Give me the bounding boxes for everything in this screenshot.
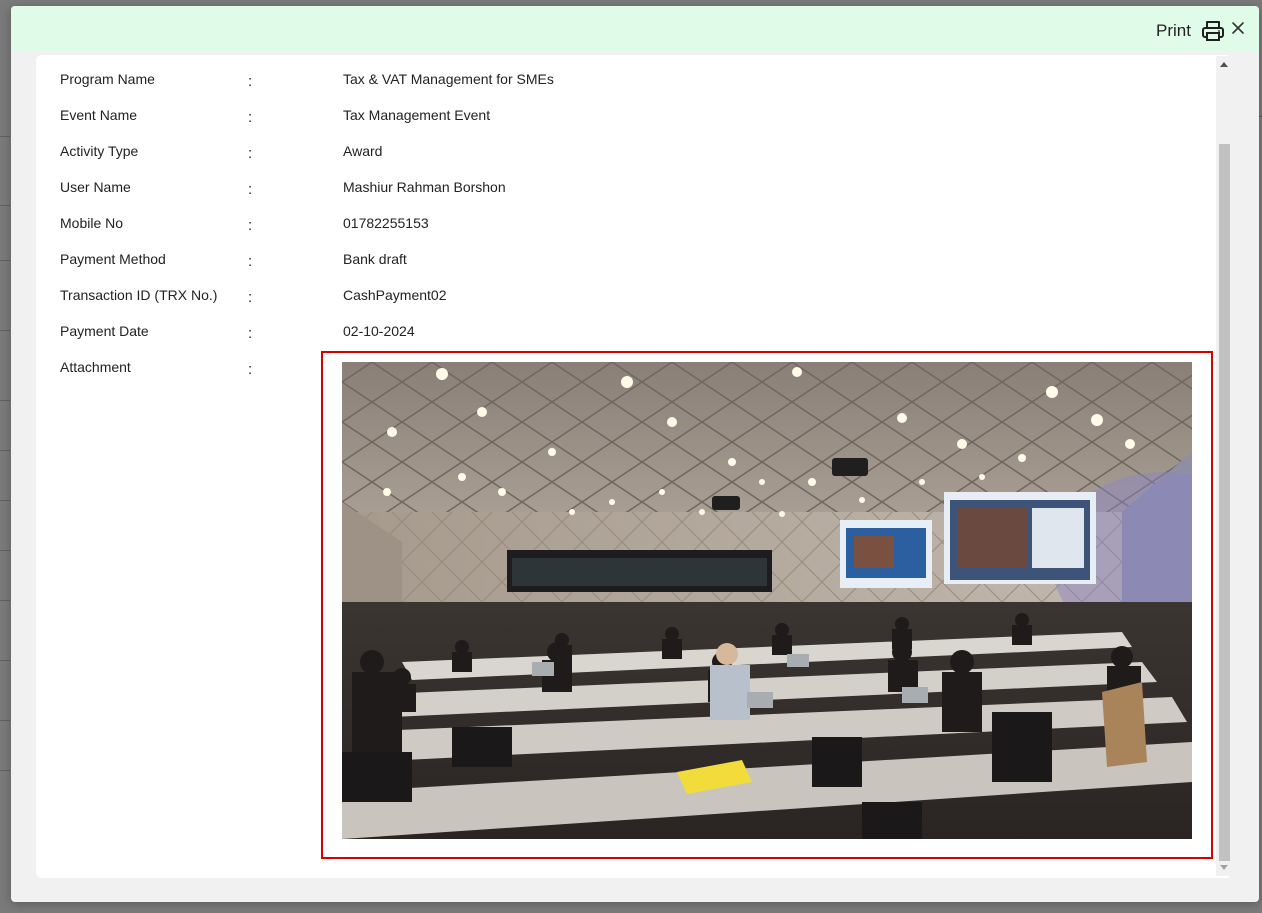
modal-header: Print bbox=[11, 6, 1259, 52]
printer-icon bbox=[1202, 21, 1224, 41]
detail-label: Transaction ID (TRX No.) bbox=[60, 287, 218, 303]
background-divider bbox=[0, 720, 10, 721]
scroll-down-arrow-icon[interactable] bbox=[1220, 865, 1228, 870]
detail-value: Award bbox=[343, 143, 383, 159]
detail-label: Attachment bbox=[60, 359, 131, 375]
modal-scrollbar[interactable] bbox=[1216, 56, 1232, 876]
detail-row-payment-method: Payment Method : Bank draft bbox=[60, 249, 1220, 285]
detail-value: Mashiur Rahman Borshon bbox=[343, 179, 506, 195]
payment-details-modal: Print Program Name : Tax & VAT Managemen… bbox=[11, 6, 1259, 902]
detail-row-program-name: Program Name : Tax & VAT Management for … bbox=[60, 69, 1220, 105]
background-divider bbox=[0, 600, 10, 601]
detail-label: Program Name bbox=[60, 71, 155, 87]
detail-colon: : bbox=[248, 145, 253, 162]
detail-label: Activity Type bbox=[60, 143, 139, 159]
print-button[interactable]: Print bbox=[1156, 18, 1225, 44]
attachment-image[interactable] bbox=[342, 362, 1192, 839]
detail-row-event-name: Event Name : Tax Management Event bbox=[60, 105, 1220, 141]
attachment-highlight-box bbox=[321, 351, 1213, 859]
detail-row-activity-type: Activity Type : Award bbox=[60, 141, 1220, 177]
close-button[interactable] bbox=[1231, 21, 1245, 35]
detail-row-transaction-id: Transaction ID (TRX No.) : CashPayment02 bbox=[60, 285, 1220, 321]
detail-colon: : bbox=[248, 361, 253, 378]
scrollbar-thumb[interactable] bbox=[1219, 144, 1230, 861]
detail-label: Mobile No bbox=[60, 215, 124, 231]
detail-colon: : bbox=[248, 325, 253, 342]
detail-colon: : bbox=[248, 109, 253, 126]
conference-hall-photo bbox=[342, 362, 1192, 839]
detail-row-mobile-no: Mobile No : 01782255153 bbox=[60, 213, 1220, 249]
detail-colon: : bbox=[248, 181, 253, 198]
detail-label: User Name bbox=[60, 179, 131, 195]
background-divider bbox=[0, 550, 10, 551]
background-divider bbox=[0, 660, 10, 661]
detail-label: Payment Date bbox=[60, 323, 149, 339]
detail-value: 01782255153 bbox=[343, 215, 429, 231]
detail-list: Program Name : Tax & VAT Management for … bbox=[60, 69, 1220, 393]
detail-value: Bank draft bbox=[343, 251, 407, 267]
detail-label: Payment Method bbox=[60, 251, 166, 267]
background-divider bbox=[0, 450, 10, 451]
background-divider bbox=[0, 260, 10, 261]
detail-colon: : bbox=[248, 73, 253, 90]
detail-colon: : bbox=[248, 217, 253, 234]
background-divider bbox=[0, 500, 10, 501]
detail-value: Tax & VAT Management for SMEs bbox=[343, 71, 554, 87]
close-icon bbox=[1232, 22, 1244, 34]
detail-value: 02-10-2024 bbox=[343, 323, 415, 339]
detail-value: Tax Management Event bbox=[343, 107, 491, 123]
detail-label: Event Name bbox=[60, 107, 138, 123]
background-divider bbox=[0, 330, 10, 331]
background-divider bbox=[0, 400, 10, 401]
detail-value: CashPayment02 bbox=[343, 287, 447, 303]
detail-colon: : bbox=[248, 289, 253, 306]
print-label: Print bbox=[1156, 21, 1191, 40]
detail-colon: : bbox=[248, 253, 253, 270]
background-divider bbox=[0, 205, 10, 206]
modal-body: Program Name : Tax & VAT Management for … bbox=[36, 55, 1232, 878]
background-divider bbox=[0, 770, 10, 771]
background-divider bbox=[0, 136, 10, 137]
scroll-up-arrow-icon[interactable] bbox=[1220, 62, 1228, 67]
detail-row-user-name: User Name : Mashiur Rahman Borshon bbox=[60, 177, 1220, 213]
